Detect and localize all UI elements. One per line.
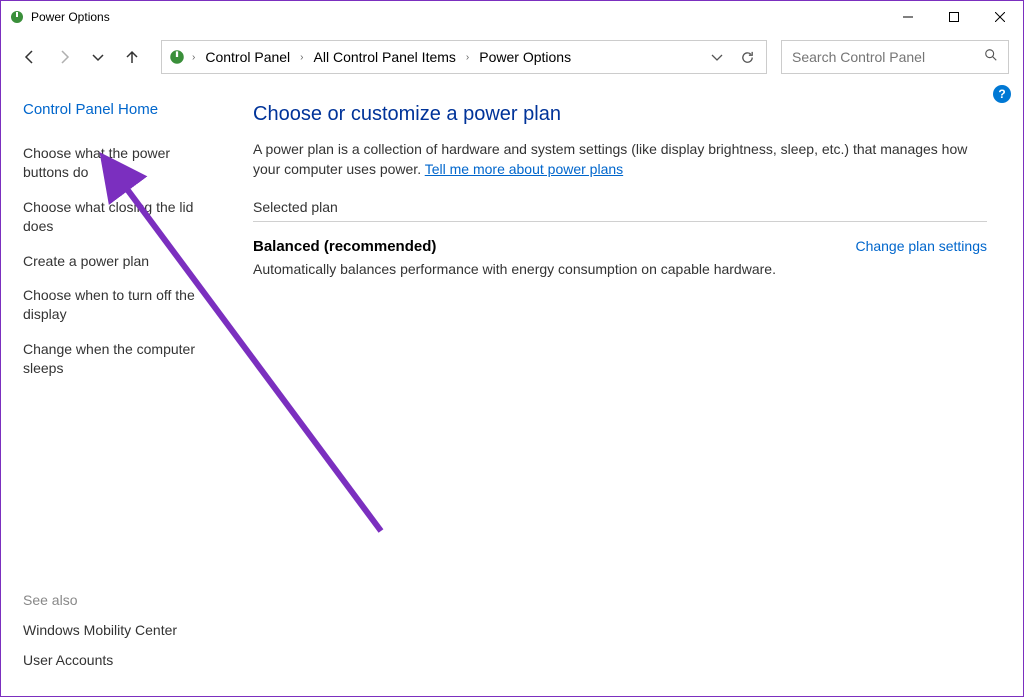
sidebar-item-computer-sleeps[interactable]: Change when the computer sleeps bbox=[3, 340, 217, 378]
navigation-toolbar: › Control Panel › All Control Panel Item… bbox=[1, 33, 1023, 81]
page-description: A power plan is a collection of hardware… bbox=[253, 140, 987, 179]
see-also-user-accounts[interactable]: User Accounts bbox=[23, 652, 217, 668]
selected-plan-heading: Selected plan bbox=[253, 199, 987, 222]
up-button[interactable] bbox=[117, 42, 147, 72]
sidebar-item-label: Choose when to turn off the display bbox=[23, 287, 195, 322]
maximize-button[interactable] bbox=[931, 1, 977, 33]
breadcrumb-control-panel[interactable]: Control Panel bbox=[201, 47, 294, 67]
sidebar-item-create-plan[interactable]: Create a power plan bbox=[23, 252, 217, 271]
see-also-mobility-center[interactable]: Windows Mobility Center bbox=[23, 622, 217, 638]
address-history-button[interactable] bbox=[704, 44, 730, 70]
help-button[interactable]: ? bbox=[993, 85, 1011, 103]
power-options-icon bbox=[9, 9, 25, 25]
recent-locations-button[interactable] bbox=[83, 42, 113, 72]
learn-more-link[interactable]: Tell me more about power plans bbox=[425, 161, 623, 177]
sidebar-item-closing-lid[interactable]: Choose what closing the lid does bbox=[23, 198, 217, 236]
change-plan-settings-link[interactable]: Change plan settings bbox=[855, 238, 987, 254]
control-panel-home-link[interactable]: Control Panel Home bbox=[23, 101, 217, 118]
page-heading: Choose or customize a power plan bbox=[253, 103, 987, 126]
window-titlebar: Power Options bbox=[1, 1, 1023, 33]
plan-description: Automatically balances performance with … bbox=[253, 261, 987, 277]
search-box[interactable] bbox=[781, 40, 1009, 74]
chevron-right-icon[interactable]: › bbox=[464, 52, 471, 63]
breadcrumb-power-options[interactable]: Power Options bbox=[475, 47, 575, 67]
chevron-right-icon[interactable]: › bbox=[190, 52, 197, 63]
search-icon[interactable] bbox=[984, 48, 998, 67]
minimize-button[interactable] bbox=[885, 1, 931, 33]
forward-button[interactable] bbox=[49, 42, 79, 72]
plan-row: Balanced (recommended) Change plan setti… bbox=[253, 238, 987, 255]
window-title: Power Options bbox=[31, 10, 885, 24]
plan-name: Balanced (recommended) bbox=[253, 238, 436, 255]
sidebar-item-power-buttons[interactable]: Choose what the power buttons do bbox=[23, 144, 217, 182]
refresh-button[interactable] bbox=[734, 44, 760, 70]
see-also-heading: See also bbox=[23, 592, 217, 608]
power-options-icon bbox=[168, 48, 186, 66]
sidebar: Control Panel Home Choose what the power… bbox=[1, 81, 231, 696]
chevron-right-icon[interactable]: › bbox=[298, 52, 305, 63]
window-controls bbox=[885, 1, 1023, 33]
breadcrumb-all-items[interactable]: All Control Panel Items bbox=[310, 47, 460, 67]
address-bar[interactable]: › Control Panel › All Control Panel Item… bbox=[161, 40, 767, 74]
sidebar-item-turn-off-display[interactable]: Choose when to turn off the display bbox=[3, 286, 217, 324]
search-input[interactable] bbox=[792, 49, 984, 65]
sidebar-item-label: Change when the computer sleeps bbox=[23, 341, 195, 376]
back-button[interactable] bbox=[15, 42, 45, 72]
close-button[interactable] bbox=[977, 1, 1023, 33]
main-content: Choose or customize a power plan A power… bbox=[231, 81, 1023, 696]
